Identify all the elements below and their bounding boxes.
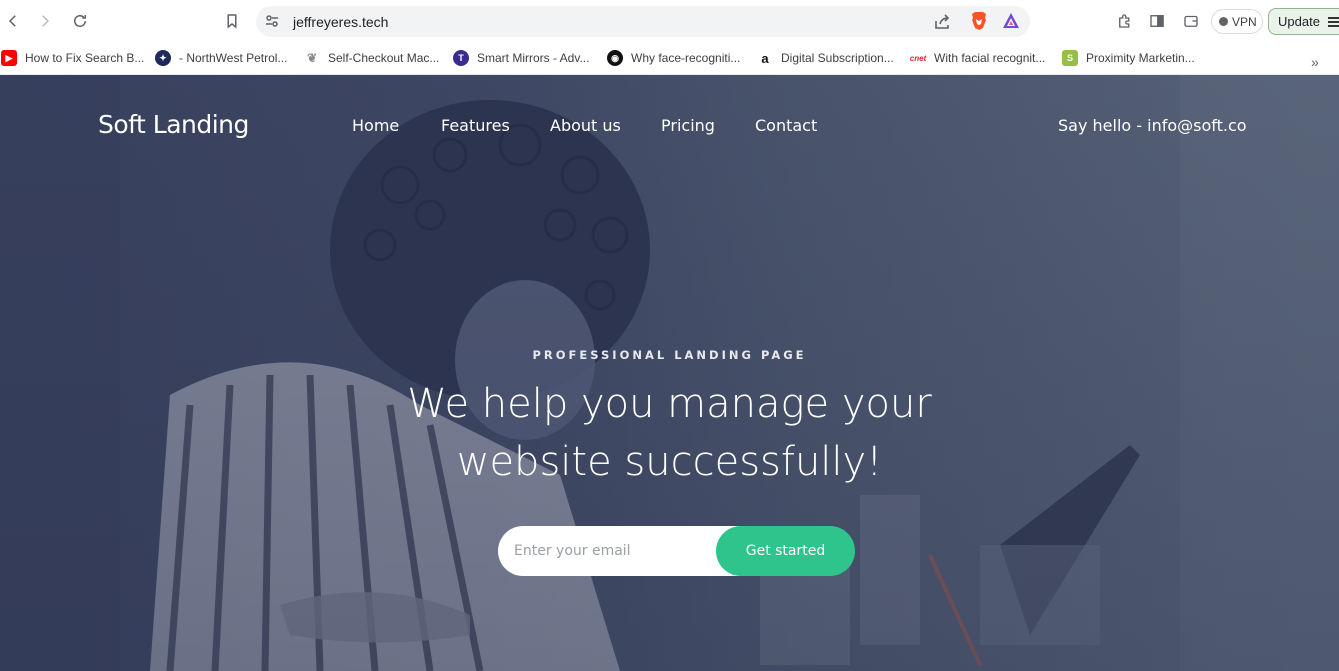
bookmark-label: Why face-recogniti... [631,51,741,65]
bookmark-item[interactable]: ◉ Why face-recogniti... [607,48,740,68]
wallet-button[interactable] [1179,9,1203,33]
bookmark-item[interactable]: ✦ - NorthWest Petrol... [155,48,287,68]
menu-icon [1327,16,1339,27]
headline-line-2: website successfully! [456,439,883,485]
hero-kicker: PROFESSIONAL LANDING PAGE [532,348,807,362]
bookmark-item[interactable]: ❦ Self-Checkout Mac... [304,48,439,68]
update-button[interactable]: Update [1268,8,1339,35]
reload-icon [74,15,86,27]
bookmark-label: Digital Subscription... [781,51,894,65]
get-started-button[interactable]: Get started [716,526,855,576]
bookmark-label: Self-Checkout Mac... [328,51,440,65]
nav-pricing[interactable]: Pricing [661,116,715,135]
forward-button[interactable] [33,9,57,33]
bookmark-label: - NorthWest Petrol... [179,51,288,65]
vpn-status-icon [1219,17,1228,26]
shopify-icon: S [1062,50,1078,66]
hero-section: Soft Landing Home Features About us Pric… [0,75,1339,671]
t-logo-icon: T [453,50,469,66]
bookmark-item[interactable]: cnet With facial recognit... [909,48,1046,68]
sidebar-icon [1150,15,1164,27]
contact-email-text: Say hello - info@soft.co [1058,116,1247,135]
nav-home[interactable]: Home [352,116,399,135]
hero-headline: We help you manage your website successf… [0,375,1339,491]
vpn-label: VPN [1232,14,1257,29]
bookmark-label: Smart Mirrors - Adv... [477,51,590,65]
bookmark-item[interactable]: S Proximity Marketin... [1062,48,1195,68]
sidebar-button[interactable] [1145,9,1169,33]
nav-about-us[interactable]: About us [550,116,621,135]
youtube-icon: ▶ [1,50,17,66]
reload-button[interactable] [68,9,92,33]
headline-line-1: We help you manage your [407,381,932,427]
bookmarks-bar: ▶ How to Fix Search B... ✦ - NorthWest P… [0,42,1339,75]
address-bar[interactable]: jeffreyeres.tech [256,6,1030,37]
amazon-icon: a [761,50,769,66]
puzzle-icon [1119,14,1130,28]
back-button[interactable] [1,9,25,33]
northwest-icon: ✦ [155,50,171,66]
bookmark-button[interactable] [220,9,244,33]
back-arrow-icon [8,15,16,27]
forward-arrow-icon [42,15,50,27]
bookmark-item[interactable]: ▶ How to Fix Search B... [1,48,144,68]
more-bookmarks-icon[interactable]: » [1311,54,1319,70]
share-icon[interactable] [932,12,952,32]
brave-rewards-icon[interactable] [1002,12,1020,30]
nav-features[interactable]: Features [441,116,510,135]
nav-contact[interactable]: Contact [755,116,817,135]
extensions-button[interactable] [1113,9,1137,33]
browser-toolbar: jeffreyeres.tech VPN Update [0,0,1339,42]
brave-shields-icon[interactable] [970,11,988,31]
cnet-icon: cnet [909,53,927,63]
bookmark-label: With facial recognit... [934,51,1046,65]
bookmark-label: How to Fix Search B... [25,51,145,65]
wallet-icon [1184,15,1198,27]
bookmark-label: Proximity Marketin... [1086,51,1195,65]
hero-overlay [0,75,1339,671]
eye-icon: ◉ [607,50,623,66]
vpn-button[interactable]: VPN [1211,9,1263,34]
update-label: Update [1278,14,1320,29]
url-text[interactable]: jeffreyeres.tech [293,14,388,30]
bookmark-icon [227,14,237,29]
site-logo[interactable]: Soft Landing [98,110,249,139]
leaf-icon: ❦ [306,51,318,65]
bookmark-item[interactable]: a Digital Subscription... [757,48,894,68]
site-settings-icon[interactable] [264,13,280,29]
bookmark-item[interactable]: T Smart Mirrors - Adv... [453,48,589,68]
